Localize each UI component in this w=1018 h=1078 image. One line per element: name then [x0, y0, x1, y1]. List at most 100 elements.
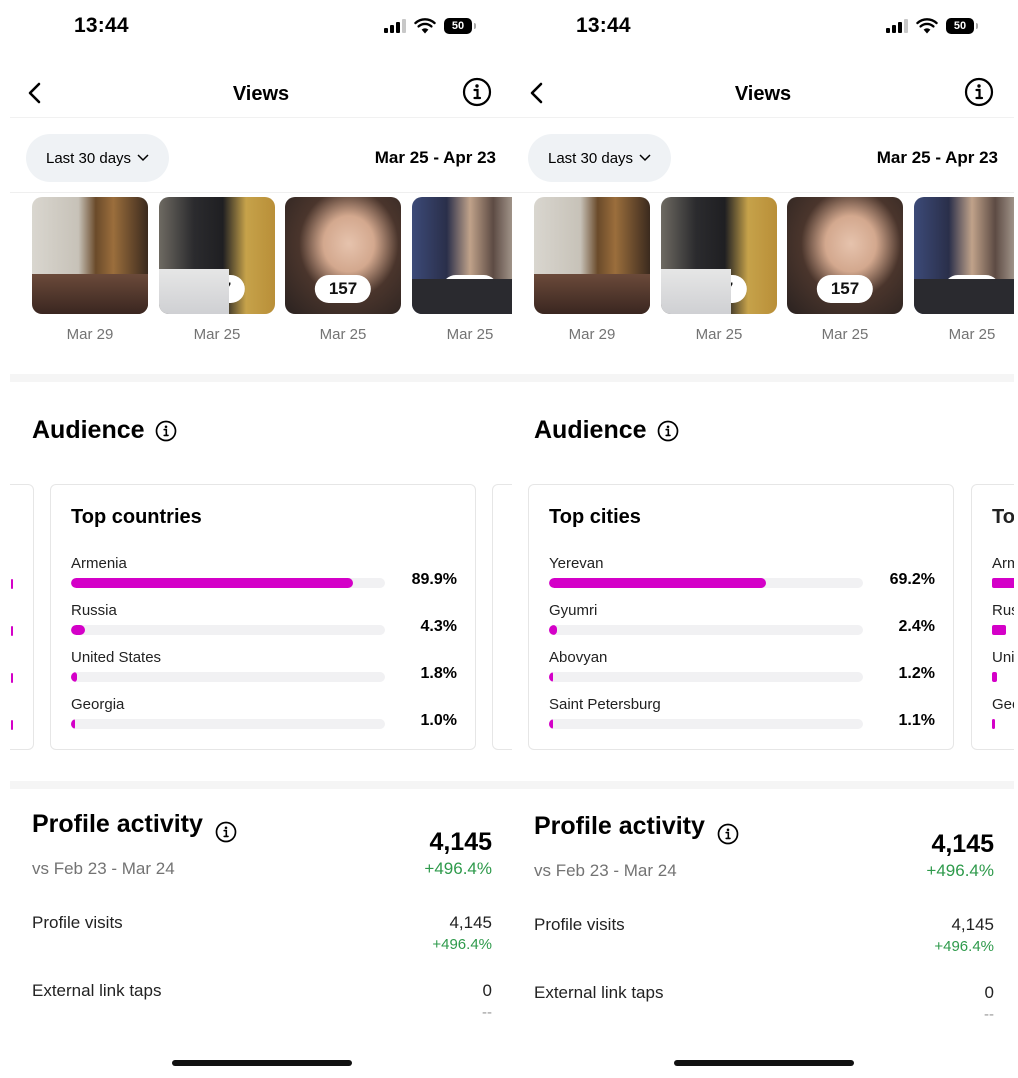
metric-change: +496.4% [432, 936, 492, 953]
audience-heading: Audience [534, 416, 679, 445]
bar-fill [71, 719, 75, 729]
next-card-edge[interactable]: To Arm Rus Uni Geo [971, 484, 1014, 750]
audience-title: Audience [534, 416, 647, 444]
battery-icon: 50 [946, 18, 978, 34]
audience-row: Russia 4.3% [71, 602, 457, 642]
row-percent: 1.2% [898, 665, 935, 682]
page-title: Views [232, 83, 290, 105]
audience-row: Abovyan 1.2% [549, 649, 935, 689]
reel-thumbnail[interactable]: 157 [285, 197, 401, 314]
comparison-period: vs Feb 23 - Mar 24 [534, 861, 677, 880]
profile-activity-heading: Profile activity [534, 812, 739, 845]
row-name: Georgia [71, 696, 125, 713]
view-count-badge: 157 [816, 275, 874, 303]
date-range-label: Last 30 days [548, 149, 634, 167]
edge-bar [11, 673, 13, 683]
metric-change: +496.4% [934, 938, 994, 955]
profile-activity-change: +496.4% [424, 859, 492, 878]
audience-card[interactable]: Top cities Yerevan 69.2% Gyumri 2.4% Abo… [528, 484, 954, 750]
home-indicator[interactable] [674, 1060, 854, 1066]
metric-change: -- [984, 1006, 994, 1023]
reel-thumbnail[interactable]: 235 [534, 197, 650, 314]
bar-fill [549, 719, 553, 729]
header: Views [512, 70, 1014, 118]
row-percent: 69.2% [889, 571, 935, 588]
audience-row: Yerevan 69.2% [549, 555, 935, 595]
bar-fill [71, 672, 77, 682]
chevron-down-icon [639, 154, 651, 162]
reel-thumbnail[interactable]: 157 [787, 197, 903, 314]
row-percent: 2.4% [898, 618, 935, 635]
view-count-badge: 235 [563, 275, 621, 303]
reel-thumbnail[interactable]: 146 [914, 197, 1014, 314]
thumbnail-date: Mar 29 [66, 326, 114, 343]
bar-track [71, 719, 385, 729]
next-card-edge[interactable] [492, 484, 512, 750]
chevron-down-icon [137, 154, 149, 162]
section-divider [512, 374, 1014, 382]
bar-track [549, 719, 863, 729]
reel-thumbnail[interactable]: 177 [159, 197, 275, 314]
view-count-badge: 146 [441, 275, 499, 303]
signal-icon [886, 19, 908, 33]
reel-thumbnail[interactable]: 177 [661, 197, 777, 314]
divider [512, 192, 1014, 193]
thumbnail-date: Mar 25 [319, 326, 367, 343]
home-indicator[interactable] [172, 1060, 352, 1066]
info-icon[interactable] [462, 77, 492, 107]
info-icon[interactable] [215, 821, 237, 843]
metric-label: External link taps [32, 981, 162, 1000]
info-icon[interactable] [657, 420, 679, 442]
edge-bar [11, 626, 13, 636]
next-card-row: Rus [992, 602, 1014, 619]
audience-title: Audience [32, 416, 145, 444]
profile-activity-total: 4,145 [429, 828, 492, 856]
edge-bar [992, 719, 995, 729]
thumbnail-date: Mar 25 [948, 326, 996, 343]
audience-row: Georgia 1.0% [71, 696, 457, 736]
section-divider [512, 781, 1014, 789]
metric-value: 0 [984, 983, 994, 1002]
screen-left: 13:44 50 Views Last 30 days Mar 25 - Apr… [10, 0, 512, 1078]
status-icons: 50 [886, 18, 978, 34]
reel-thumbnail[interactable]: 235 [32, 197, 148, 314]
bar-fill [71, 578, 354, 588]
previous-card-edge[interactable] [10, 484, 34, 750]
metric-value: 4,145 [449, 913, 492, 932]
audience-row: Saint Petersburg 1.1% [549, 696, 935, 736]
audience-row: Gyumri 2.4% [549, 602, 935, 642]
row-name: Yerevan [549, 555, 604, 572]
status-time: 13:44 [74, 14, 129, 37]
audience-row: United States 1.8% [71, 649, 457, 689]
row-name: Saint Petersburg [549, 696, 661, 713]
metric-profile-visits: Profile visits 4,145 +496.4% [534, 915, 994, 965]
row-percent: 1.0% [420, 712, 457, 729]
status-bar: 13:44 50 [10, 12, 512, 42]
bar-track [549, 672, 863, 682]
metric-value: 4,145 [951, 915, 994, 934]
edge-bar [992, 625, 1006, 635]
profile-activity-title: Profile activity [32, 810, 203, 838]
info-icon[interactable] [717, 823, 739, 845]
metric-external-link-taps: External link taps 0 -- [32, 981, 492, 1031]
metric-change: -- [482, 1004, 492, 1021]
view-count-badge: 235 [61, 275, 119, 303]
profile-activity-title: Profile activity [534, 812, 705, 840]
thumbnail-date: Mar 25 [695, 326, 743, 343]
row-name: Armenia [71, 555, 127, 572]
bar-fill [71, 625, 85, 635]
audience-row: Armenia 89.9% [71, 555, 457, 595]
view-count-badge: 177 [188, 275, 246, 303]
screen-right: 13:44 50 Views Last 30 days Mar 25 - Apr… [512, 0, 1014, 1078]
date-range-dropdown[interactable]: Last 30 days [26, 134, 170, 182]
audience-heading: Audience [32, 416, 177, 445]
view-count-badge: 157 [314, 275, 372, 303]
reel-thumbnails: 235 Mar 29 177 Mar 25 157 Mar 25 146 Mar… [534, 197, 1014, 357]
thumbnail-date: Mar 25 [446, 326, 494, 343]
audience-card[interactable]: Top countries Armenia 89.9% Russia 4.3% … [50, 484, 476, 750]
info-icon[interactable] [964, 77, 994, 107]
reel-thumbnail[interactable]: 146 [412, 197, 512, 314]
bar-track [71, 672, 385, 682]
info-icon[interactable] [155, 420, 177, 442]
date-range-dropdown[interactable]: Last 30 days [528, 134, 672, 182]
